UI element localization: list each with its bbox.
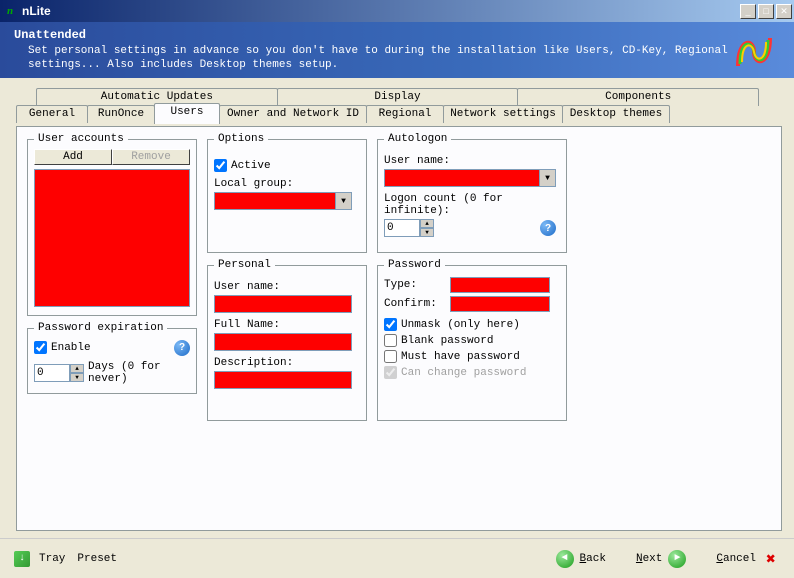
options-group: Options Active Local group: ▼	[207, 133, 367, 253]
enable-expiration-input[interactable]	[34, 341, 47, 354]
type-label: Type:	[384, 279, 444, 291]
fullname-input[interactable]	[214, 333, 352, 351]
tab-runonce[interactable]: RunOnce	[87, 105, 155, 123]
nlite-logo-icon	[732, 28, 776, 72]
description-input[interactable]	[214, 371, 352, 389]
days-label: Days (0 for never)	[88, 361, 190, 385]
can-change-password-checkbox: Can change password	[384, 366, 560, 379]
next-button[interactable]: Next ►	[636, 550, 686, 568]
blank-password-checkbox[interactable]: Blank password	[384, 334, 560, 347]
chevron-down-icon[interactable]: ▼	[539, 170, 555, 186]
personal-group: Personal User name: Full Name: Descripti…	[207, 259, 367, 421]
password-type-input[interactable]	[450, 277, 550, 293]
titlebar: n nLite _ □ ✕	[0, 0, 794, 22]
tab-network-settings[interactable]: Network settings	[443, 105, 563, 123]
must-have-password-input[interactable]	[384, 350, 397, 363]
unmask-checkbox[interactable]: Unmask (only here)	[384, 318, 560, 331]
options-legend: Options	[214, 133, 268, 145]
tab-regional[interactable]: Regional	[366, 105, 444, 123]
tray-button[interactable]: ↓ Tray	[14, 551, 65, 567]
cancel-button[interactable]: Cancel ✖	[716, 550, 780, 568]
minimize-button[interactable]: _	[740, 4, 756, 19]
tab-row-back: Automatic Updates Display Components	[36, 88, 758, 106]
arrow-left-icon: ◄	[556, 550, 574, 568]
autologon-username-label: User name:	[384, 155, 560, 167]
description-label: Description:	[214, 357, 360, 369]
spin-up-icon[interactable]: ▲	[70, 364, 84, 373]
tab-components[interactable]: Components	[517, 88, 759, 106]
users-panel: User accounts Add Remove Password expira…	[16, 126, 782, 531]
preset-button[interactable]: Preset	[77, 553, 117, 565]
password-confirm-input[interactable]	[450, 296, 550, 312]
tab-owner-network-id[interactable]: Owner and Network ID	[219, 105, 367, 123]
content-area: Automatic Updates Display Components Gen…	[0, 78, 794, 531]
local-group-value	[215, 193, 335, 209]
user-accounts-legend: User accounts	[34, 133, 128, 145]
tab-display[interactable]: Display	[277, 88, 519, 106]
autologon-group: Autologon User name: ▼ Logon count (0 fo…	[377, 133, 567, 253]
must-have-password-checkbox[interactable]: Must have password	[384, 350, 560, 363]
add-button[interactable]: Add	[34, 149, 112, 165]
username-input[interactable]	[214, 295, 352, 313]
local-group-label: Local group:	[214, 178, 360, 190]
can-change-password-input	[384, 366, 397, 379]
tab-users[interactable]: Users	[154, 103, 220, 124]
user-accounts-group: User accounts Add Remove	[27, 133, 197, 316]
close-icon: ✖	[762, 550, 780, 568]
window-title: nLite	[22, 4, 738, 18]
personal-legend: Personal	[214, 259, 275, 271]
days-input[interactable]	[34, 364, 70, 382]
active-input[interactable]	[214, 159, 227, 172]
active-checkbox[interactable]: Active	[214, 159, 360, 172]
password-group: Password Type: Confirm: Unmask (only her…	[377, 259, 567, 421]
unmask-input[interactable]	[384, 318, 397, 331]
footer: ↓ Tray Preset ◄ Back Next ► Cancel ✖	[0, 538, 794, 578]
username-label: User name:	[214, 281, 360, 293]
fullname-label: Full Name:	[214, 319, 360, 331]
autologon-legend: Autologon	[384, 133, 451, 145]
help-icon[interactable]: ?	[540, 220, 556, 236]
spin-up-icon[interactable]: ▲	[420, 219, 434, 228]
days-spinner[interactable]: ▲▼	[34, 364, 84, 382]
logon-count-spinner[interactable]: ▲▼	[384, 219, 434, 237]
arrow-right-icon: ►	[668, 550, 686, 568]
password-expiration-legend: Password expiration	[34, 322, 167, 334]
autologon-username-value	[385, 170, 539, 186]
close-button[interactable]: ✕	[776, 4, 792, 19]
page-header: Unattended Set personal settings in adva…	[0, 22, 794, 78]
autologon-username-combo[interactable]: ▼	[384, 169, 556, 187]
password-expiration-group: Password expiration Enable ? ▲▼ D	[27, 322, 197, 394]
blank-password-input[interactable]	[384, 334, 397, 347]
logon-count-label: Logon count (0 for infinite):	[384, 193, 560, 217]
logon-count-input[interactable]	[384, 219, 420, 237]
chevron-down-icon[interactable]: ▼	[335, 193, 351, 209]
cancel-label: ancel	[723, 553, 756, 565]
tab-desktop-themes[interactable]: Desktop themes	[562, 105, 670, 123]
user-list[interactable]	[34, 169, 190, 307]
spin-down-icon[interactable]: ▼	[70, 373, 84, 382]
local-group-combo[interactable]: ▼	[214, 192, 352, 210]
tab-strip: Automatic Updates Display Components Gen…	[12, 88, 782, 126]
spin-down-icon[interactable]: ▼	[420, 228, 434, 237]
tab-general[interactable]: General	[16, 105, 88, 123]
back-button[interactable]: ◄ Back	[556, 550, 606, 568]
tray-icon: ↓	[14, 551, 30, 567]
confirm-label: Confirm:	[384, 298, 444, 310]
next-label: ext	[643, 553, 663, 565]
header-description: Set personal settings in advance so you …	[28, 44, 780, 73]
maximize-button[interactable]: □	[758, 4, 774, 19]
help-icon[interactable]: ?	[174, 340, 190, 356]
password-legend: Password	[384, 259, 445, 271]
app-icon: n	[2, 3, 18, 19]
tab-row-front: General RunOnce Users Owner and Network …	[16, 105, 778, 124]
remove-button[interactable]: Remove	[112, 149, 190, 165]
header-title: Unattended	[14, 28, 780, 42]
enable-expiration-checkbox[interactable]: Enable	[34, 341, 91, 354]
back-label: ack	[586, 553, 606, 565]
